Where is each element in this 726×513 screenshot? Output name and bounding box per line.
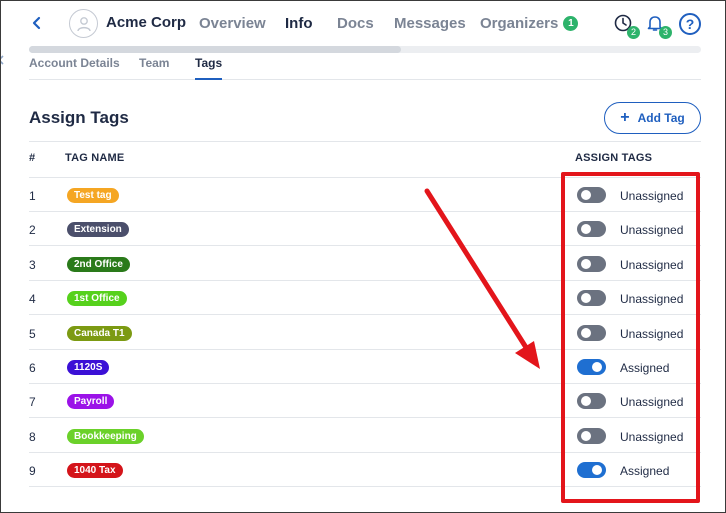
- row-number: 1: [29, 189, 36, 203]
- tag-pill: Payroll: [67, 394, 115, 410]
- help-icon[interactable]: ?: [679, 13, 701, 35]
- row-number: 4: [29, 292, 36, 307]
- tab-label: Docs: [337, 15, 374, 32]
- column-header-assign-tags: ASSIGN TAGS: [575, 152, 653, 164]
- row-number: 6: [29, 361, 36, 375]
- back-arrow-icon[interactable]: [29, 15, 45, 31]
- subtab-bar: Account Details Team Tags: [29, 55, 701, 80]
- annotation-highlight-box: [561, 172, 700, 503]
- divider: [29, 141, 701, 142]
- count-badge: 3: [659, 26, 672, 39]
- subtab-tags[interactable]: Tags: [195, 56, 222, 70]
- tab-overview[interactable]: Overview: [199, 15, 266, 32]
- tag-pill: 1st Office: [67, 291, 127, 307]
- active-subtab-indicator: [195, 78, 222, 80]
- subtab-account-details[interactable]: Account Details: [29, 56, 120, 70]
- row-number: 8: [29, 429, 36, 444]
- tab-label: Overview: [199, 15, 266, 32]
- tab-label: Info: [285, 15, 313, 32]
- user-icon: [76, 16, 91, 31]
- tag-pill: Extension: [67, 222, 129, 238]
- avatar[interactable]: [69, 9, 98, 38]
- tag-pill: 1120S: [67, 360, 110, 375]
- clock-icon[interactable]: 2: [613, 13, 640, 39]
- plus-icon: +: [620, 109, 630, 126]
- tag-pill: Test tag: [67, 188, 119, 203]
- tab-label: Organizers: [480, 15, 559, 32]
- add-tag-button[interactable]: + Add Tag: [604, 102, 701, 134]
- chevron-left-icon[interactable]: [1, 53, 9, 71]
- tag-pill: 2nd Office: [67, 256, 130, 272]
- app-window: Acme Corp Overview Info Docs Messages Or…: [0, 0, 726, 513]
- row-number: 3: [29, 257, 36, 272]
- add-tag-label: Add Tag: [637, 111, 685, 125]
- tab-info[interactable]: Info: [285, 15, 313, 32]
- tag-pill: Canada T1: [67, 325, 132, 341]
- horizontal-scrollbar[interactable]: [29, 46, 701, 53]
- tab-docs[interactable]: Docs: [337, 15, 374, 32]
- subtab-team[interactable]: Team: [139, 56, 169, 70]
- bell-icon[interactable]: 3: [645, 13, 672, 39]
- row-number: 2: [29, 223, 36, 238]
- tab-label: Messages: [394, 15, 466, 32]
- tab-organizers[interactable]: Organizers 1: [480, 15, 579, 32]
- row-number: 5: [29, 326, 36, 341]
- top-navigation: Acme Corp Overview Info Docs Messages Or…: [1, 1, 725, 45]
- tab-messages[interactable]: Messages: [394, 15, 466, 32]
- row-number: 7: [29, 395, 36, 410]
- count-badge: 2: [627, 26, 640, 39]
- scrollbar-thumb[interactable]: [29, 46, 401, 53]
- count-badge: 1: [563, 16, 579, 31]
- column-header-tag-name: TAG NAME: [65, 152, 125, 164]
- tag-pill: Bookkeeping: [67, 428, 144, 444]
- page-title: Assign Tags: [29, 108, 129, 127]
- column-header-number: #: [29, 152, 36, 164]
- row-number: 9: [29, 464, 36, 479]
- company-name: Acme Corp: [106, 14, 187, 31]
- tag-pill: 1040 Tax: [67, 463, 123, 479]
